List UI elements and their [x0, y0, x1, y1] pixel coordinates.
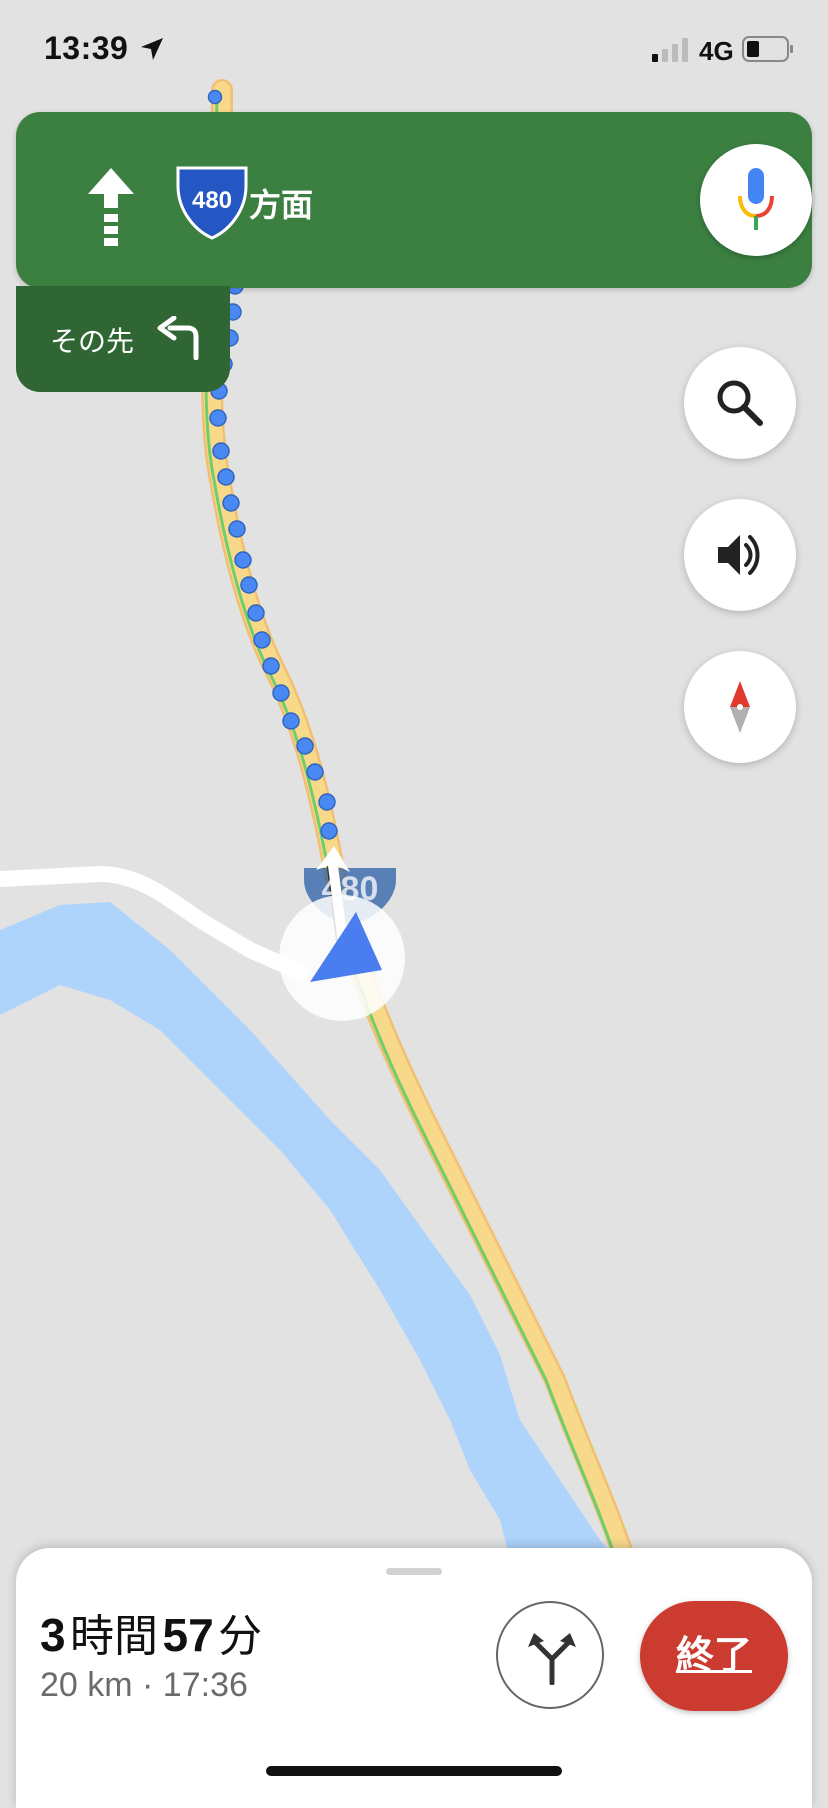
speaker-icon — [718, 535, 760, 575]
voice-search-button[interactable] — [700, 144, 812, 256]
battery-icon — [742, 36, 793, 62]
network-type: 4G — [699, 36, 734, 66]
navigation-instruction-banner[interactable]: 480 方面 — [16, 112, 812, 288]
location-arrow-icon — [141, 38, 163, 60]
sheet-handle[interactable] — [386, 1568, 442, 1575]
duration-hours-unit: 時間 — [70, 1612, 159, 1661]
home-indicator[interactable] — [266, 1766, 562, 1776]
route-number: 480 — [191, 187, 233, 214]
then-label: その先 — [50, 326, 135, 357]
signal-bars-icon — [652, 38, 688, 62]
next-maneuver-panel: その先 — [16, 286, 230, 392]
end-navigation-button[interactable]: 終了 — [640, 1601, 788, 1711]
distance-and-arrival: 20 km · 17:36 — [40, 1666, 248, 1704]
duration-hours: 3 — [40, 1609, 66, 1661]
straight-arrow-icon — [88, 168, 134, 246]
mic-icon — [738, 168, 774, 230]
compass-button[interactable] — [684, 651, 796, 763]
search-button[interactable] — [684, 347, 796, 459]
alternate-routes-icon — [528, 1633, 576, 1685]
compass-icon — [730, 681, 750, 733]
turn-left-icon — [157, 316, 199, 360]
search-icon — [717, 380, 763, 426]
map-road-shield-number: 480 — [321, 870, 379, 908]
status-time: 13:39 — [44, 30, 129, 66]
alternate-routes-button[interactable] — [496, 1601, 604, 1709]
trip-duration: 3 時間 57 分 — [40, 1600, 262, 1664]
status-bar: 13:39 4G — [0, 0, 828, 90]
duration-minutes-unit: 分 — [218, 1612, 263, 1661]
duration-minutes: 57 — [162, 1609, 214, 1661]
sound-button[interactable] — [684, 499, 796, 611]
direction-text: 方面 — [249, 187, 314, 223]
